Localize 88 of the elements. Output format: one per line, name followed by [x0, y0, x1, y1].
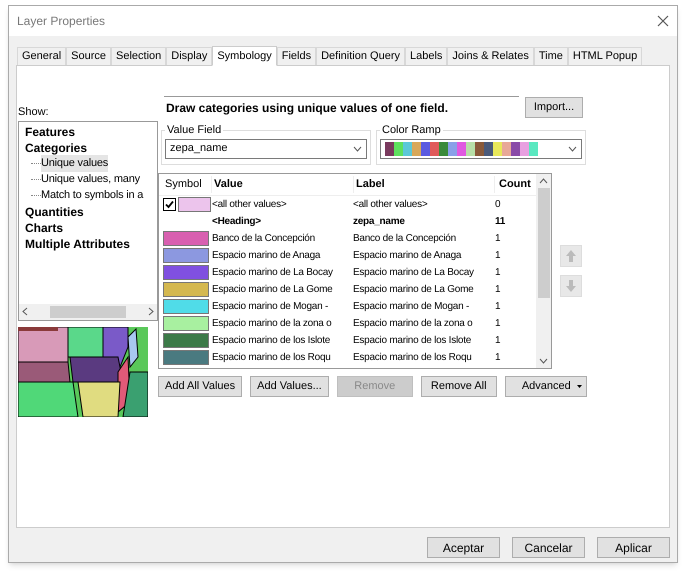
action-button[interactable]: Remove All	[420, 376, 497, 397]
value-field-dropdown[interactable]: zepa_name	[165, 138, 367, 158]
symbol-swatch[interactable]	[163, 333, 209, 348]
table-cell-text: Espacio marino de Mogan -	[353, 300, 470, 314]
table-cell-text: 1	[495, 334, 502, 348]
import-button[interactable]: Import...	[525, 97, 583, 118]
action-button[interactable]: Add Values...	[250, 376, 329, 397]
tab[interactable]: Selection	[111, 47, 166, 65]
symbol-swatch[interactable]	[163, 265, 209, 280]
table-cell-text: 0	[495, 198, 502, 212]
dropdown-arrow-icon	[576, 385, 582, 388]
table-cell-text: Espacio marino de Anaga	[212, 249, 322, 263]
table-cell-text: Espacio marino de La Gome	[212, 283, 334, 297]
tab[interactable]: Labels	[404, 47, 448, 65]
table-cell-text: Espacio marino de La Bocay	[353, 266, 475, 280]
show-label: Show:	[18, 105, 50, 120]
table-cell-text: <all other values>	[212, 198, 288, 212]
column-header[interactable]: Symbol	[159, 176, 211, 193]
table-cell-text: Banco de la Concepción	[353, 232, 457, 246]
symbol-swatch[interactable]	[163, 231, 209, 246]
symbol-swatch[interactable]	[163, 282, 209, 297]
table-cell-text: <Heading>	[212, 215, 262, 229]
tree-item[interactable]: Multiple Attributes	[25, 236, 130, 252]
table-cell-text: 1	[495, 249, 502, 263]
group-label: Value Field	[166, 123, 222, 138]
table-cell-text: Espacio marino de la zona o	[212, 317, 332, 331]
table-cell-text: Espacio marino de los Islote	[353, 334, 472, 348]
table-cell-text: Espacio marino de los Roqu	[353, 351, 473, 365]
table-cell-text: Espacio marino de los Roqu	[212, 351, 332, 365]
table-cell-text: Espacio marino de Mogan -	[212, 300, 330, 314]
tab[interactable]: Definition Query	[316, 47, 405, 65]
horizontal-scrollbar[interactable]	[19, 304, 157, 320]
description-text: Draw categories using unique values of one field.	[164, 96, 519, 119]
tab[interactable]: Symbology	[212, 46, 277, 66]
tree-item[interactable]: Unique values, many	[41, 171, 140, 188]
tab[interactable]: Source	[66, 47, 111, 65]
move-up-button[interactable]	[560, 245, 582, 267]
symbol-swatch[interactable]	[178, 197, 211, 212]
column-header[interactable]: Label	[353, 176, 494, 193]
tree-item[interactable]: Match to symbols in a	[41, 187, 144, 204]
table-cell-text: 1	[495, 300, 502, 314]
tab[interactable]: General	[17, 47, 66, 65]
tab[interactable]: Display	[166, 47, 212, 65]
symbol-swatch[interactable]	[163, 248, 209, 263]
table-cell-text: Espacio marino de Anaga	[353, 249, 462, 263]
checkbox[interactable]	[163, 198, 176, 211]
symbol-swatch[interactable]	[163, 316, 209, 331]
tree-item[interactable]: Categories	[25, 140, 88, 156]
tab[interactable]: Time	[534, 47, 568, 65]
tree-item[interactable]: Unique values	[41, 155, 108, 172]
tree-item[interactable]: Quantities	[25, 204, 84, 220]
table-cell-text: 1	[495, 266, 502, 280]
group-label: Color Ramp	[381, 123, 442, 138]
table-cell-text: zepa_name	[353, 215, 406, 229]
table-cell-text: Banco de la Concepción	[212, 232, 316, 246]
color-ramp-dropdown[interactable]	[380, 138, 582, 158]
advanced-button[interactable]: Advanced	[504, 376, 587, 397]
move-down-button[interactable]	[560, 275, 582, 297]
chevron-down-icon	[353, 146, 362, 152]
dialog-button[interactable]: Cancelar	[512, 537, 585, 558]
action-button[interactable]: Add All Values	[158, 376, 242, 397]
check-icon	[165, 200, 174, 209]
close-icon[interactable]	[657, 15, 669, 27]
table-cell-text: 1	[495, 232, 502, 246]
symbol-swatch[interactable]	[163, 299, 209, 314]
vertical-scrollbar[interactable]	[536, 174, 551, 368]
dialog-button[interactable]: Aceptar	[427, 537, 500, 558]
tree-item[interactable]: Charts	[25, 220, 64, 236]
column-header[interactable]: Value	[211, 176, 353, 193]
tab[interactable]: HTML Popup	[568, 47, 642, 65]
tab[interactable]: Fields	[276, 47, 316, 65]
table-cell-text: 1	[495, 317, 502, 331]
table-cell-text: 1	[495, 351, 502, 365]
arrow-up-icon	[565, 249, 577, 263]
symbol-swatch[interactable]	[163, 350, 209, 365]
table-cell-text: Espacio marino de La Gome	[353, 283, 474, 297]
table-cell-text: 1	[495, 283, 502, 297]
table-cell-text: <all other values>	[353, 198, 428, 212]
dialog-button[interactable]: Aplicar	[597, 537, 670, 558]
arrow-down-icon	[565, 279, 577, 293]
table-cell-text: Espacio marino de los Islote	[212, 334, 332, 348]
tree-item[interactable]: Features	[25, 124, 76, 140]
table-cell-text: Espacio marino de La Bocay	[212, 266, 334, 280]
table-cell-text: 11	[495, 215, 506, 229]
tab[interactable]: Joins & Relates	[447, 47, 534, 65]
table-cell-text: Espacio marino de la zona o	[353, 317, 474, 331]
chevron-down-icon	[568, 146, 577, 152]
window-title: Layer Properties	[17, 13, 106, 30]
